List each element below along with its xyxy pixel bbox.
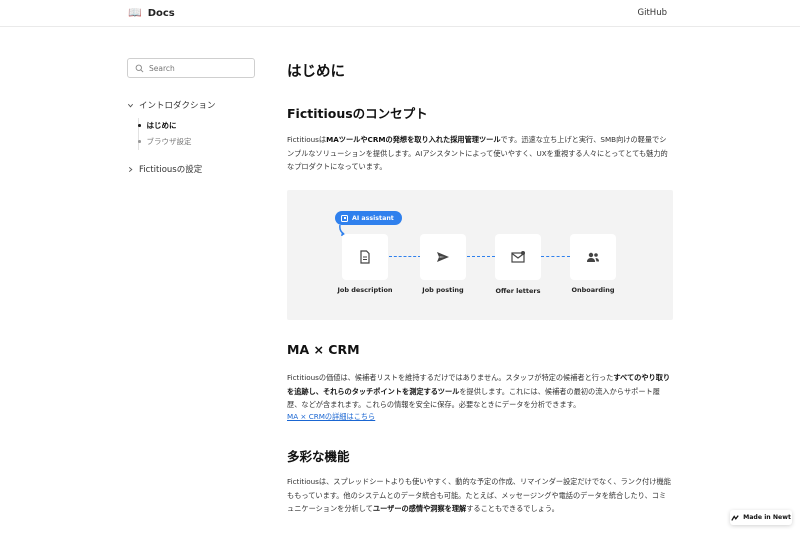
document-icon [360, 250, 370, 264]
search-input[interactable] [149, 63, 249, 73]
step-label: Job description [337, 286, 393, 294]
nav-item-label: ブラウザ設定 [146, 137, 192, 146]
chevron-right-icon [128, 166, 133, 172]
brand-label: Docs [147, 7, 175, 19]
section-heading-concept: Fictitiousのコンセプト [287, 106, 428, 121]
send-icon [437, 252, 449, 262]
made-in-newt-badge[interactable]: Made in Newt [730, 510, 792, 525]
step-label: Job posting [422, 286, 464, 294]
search-box[interactable] [127, 58, 255, 78]
connector-line [467, 256, 495, 257]
ai-assistant-pill: AI assistant [335, 211, 402, 225]
nav-sublist: はじめに ブラウザ設定 [138, 118, 248, 150]
chevron-down-icon [127, 103, 134, 107]
step-label: Onboarding [571, 286, 615, 294]
workflow-figure: AI assistant Job description Job posting… [287, 190, 673, 320]
connector-line [541, 256, 570, 257]
step-onboarding [570, 234, 616, 280]
nav-item-browser-settings[interactable]: ブラウザ設定 [138, 136, 192, 147]
nav-group-label: イントロダクション [139, 101, 216, 111]
section-paragraph-concept: FictitiousはMAツールやCRMの発想を取り入れた採用管理ツールです。迅… [287, 135, 668, 171]
nav-group-intro[interactable]: イントロダクション [127, 99, 216, 111]
bullet-icon [138, 124, 141, 127]
section-heading-features: 多彩な機能 [287, 449, 350, 464]
bullet-icon [138, 140, 141, 143]
page-title: はじめに [287, 64, 345, 80]
nav-group-label: Fictitiousの設定 [139, 165, 203, 175]
people-icon [587, 252, 599, 262]
nav-item-label: はじめに [146, 121, 177, 130]
badge-label: Made in Newt [743, 514, 791, 521]
book-icon: 📖 [128, 6, 142, 19]
step-job-posting [420, 234, 466, 280]
step-offer-letters [495, 234, 541, 280]
ai-assistant-label: AI assistant [352, 214, 394, 222]
ai-icon [341, 214, 348, 222]
section-paragraph-features: Fictitiousは、スプレッドシートよりも使いやすく、動的な予定の作成、リマ… [287, 477, 671, 513]
section-heading-ma-crm: MA × CRM [287, 342, 360, 357]
github-link[interactable]: GitHub [638, 8, 667, 18]
section-paragraph-ma-crm: Fictitiousの価値は、候補者リストを維持するだけではありません。スタッフ… [287, 373, 671, 409]
newt-logo-icon [731, 514, 739, 521]
connector-line [389, 256, 421, 257]
ma-crm-detail-link[interactable]: MA × CRMの詳細はこちら [287, 412, 375, 422]
search-icon [135, 64, 144, 72]
top-header: 📖 Docs GitHub [0, 0, 800, 27]
nav-group-settings[interactable]: Fictitiousの設定 [127, 163, 202, 175]
brand-link[interactable]: 📖 Docs [128, 7, 175, 19]
step-label: Offer letters [495, 287, 541, 295]
step-job-description [342, 234, 388, 280]
nav-item-hajimeni[interactable]: はじめに [138, 120, 177, 131]
mail-icon [511, 251, 525, 263]
